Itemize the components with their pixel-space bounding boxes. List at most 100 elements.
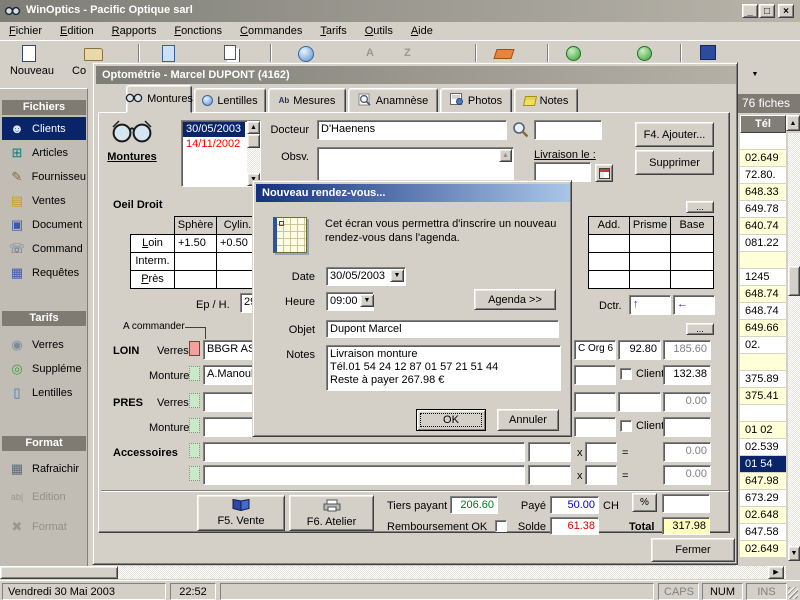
prisme-cell[interactable] <box>629 252 671 271</box>
sidebar-item-documents[interactable]: ▣ Document <box>2 213 86 236</box>
loin-monture-field[interactable] <box>574 365 616 385</box>
toolbar-nouveau-label[interactable]: Nouveau <box>8 65 56 77</box>
sidebar-item-verres[interactable]: ◉ Verres <box>2 333 86 356</box>
toolbar-co-label[interactable]: Co <box>72 65 86 77</box>
tel-row[interactable]: 1245 <box>740 269 786 286</box>
loin-verres-commander-checkbox[interactable] <box>189 341 200 356</box>
document-icon[interactable] <box>162 45 175 62</box>
heure-combo-arrow[interactable]: ▼ <box>360 294 374 307</box>
tel-row-selected[interactable]: 01 54 <box>740 456 786 473</box>
tab-photos[interactable]: Photos <box>440 88 512 113</box>
pres-verres-fournisseur[interactable] <box>574 392 616 412</box>
close-button[interactable]: × <box>778 4 794 18</box>
sidebar-item-edition[interactable]: ab| Edition <box>2 485 86 508</box>
hscroll-right-button[interactable]: ▶ <box>768 566 784 579</box>
menu-tarifs[interactable]: Tarifs <box>311 23 355 39</box>
pres-monture-commander-checkbox[interactable] <box>189 418 200 433</box>
copy-icon[interactable] <box>224 45 236 60</box>
menu-fichier[interactable]: Fichier <box>0 23 51 39</box>
add-cell[interactable] <box>588 234 630 253</box>
tab-anamnese[interactable]: Anamnèse <box>348 88 438 113</box>
loin-monture-prix[interactable]: 132.38 <box>663 365 711 385</box>
tel-row[interactable]: 081.22 <box>740 235 786 252</box>
obsv-scroll-up[interactable]: ▲ <box>499 149 512 162</box>
tel-row[interactable]: 647.58 <box>740 524 786 541</box>
sidebar-item-articles[interactable]: ⊞ Articles <box>2 141 86 164</box>
sidebar-item-lentilles[interactable]: ▯ Lentilles <box>2 381 86 404</box>
loin-verres-fournisseur[interactable]: C Org 6 <box>574 340 616 360</box>
sidebar-item-clients[interactable]: ☻ Clients <box>2 117 86 140</box>
app-icon[interactable] <box>4 3 21 21</box>
tel-row[interactable] <box>740 405 786 422</box>
menu-rapports[interactable]: Rapports <box>103 23 166 39</box>
accessoire1-commander-checkbox[interactable] <box>189 443 200 458</box>
menu-aide[interactable]: Aide <box>402 23 442 39</box>
tel-row[interactable]: 02.649 <box>740 150 786 167</box>
tel-row[interactable]: 648.33 <box>740 184 786 201</box>
date-item[interactable]: 14/11/2002 <box>183 137 245 152</box>
add-cell[interactable] <box>588 252 630 271</box>
dots-button-bottom[interactable]: ... <box>686 323 714 335</box>
percent-button[interactable]: % <box>632 493 657 512</box>
docteur-code-input[interactable] <box>534 120 602 140</box>
livraison-calendar-button[interactable] <box>595 164 613 182</box>
ok-button[interactable]: OK <box>416 409 486 431</box>
tel-scroll-up[interactable]: ▲ <box>786 115 800 131</box>
tel-row[interactable] <box>740 354 786 371</box>
tel-row[interactable]: 01 02 <box>740 422 786 439</box>
tel-row[interactable]: 649.78 <box>740 201 786 218</box>
menu-fonctions[interactable]: Fonctions <box>165 23 231 39</box>
tab-lentilles[interactable]: Lentilles <box>194 88 266 113</box>
accessoire1-input[interactable] <box>203 442 525 462</box>
tel-row[interactable]: 72.80. <box>740 167 786 184</box>
tel-row[interactable]: 673.29 <box>740 490 786 507</box>
accessoire1-prix-unitaire[interactable] <box>528 442 571 462</box>
tel-row[interactable]: 640.74 <box>740 218 786 235</box>
sort-a-icon[interactable]: A <box>366 47 374 59</box>
f4-ajouter-button[interactable]: F4. Ajouter... <box>635 122 714 147</box>
pres-monture-client-checkbox[interactable] <box>620 420 632 432</box>
open-folder-icon[interactable] <box>84 48 103 61</box>
sidebar-item-supplements[interactable]: ◎ Suppléme <box>2 357 86 380</box>
accessoire1-quantite[interactable] <box>585 442 617 462</box>
pres-monture-field[interactable] <box>574 417 616 437</box>
tel-row[interactable]: 649.66 <box>740 320 786 337</box>
loin-monture-client-checkbox[interactable] <box>620 368 632 380</box>
minimize-button[interactable]: _ <box>742 4 758 18</box>
percent-value-field[interactable] <box>662 494 710 513</box>
prisme-cell[interactable] <box>629 234 671 253</box>
tel-row[interactable]: 02.648 <box>740 507 786 524</box>
menu-commandes[interactable]: Commandes <box>231 23 311 39</box>
sort-z-icon[interactable]: Z <box>404 47 411 59</box>
sidebar-item-fournisseurs[interactable]: ✎ Fournisseu <box>2 165 86 188</box>
tel-vscrollbar-track[interactable] <box>788 133 800 546</box>
notes-textarea[interactable]: Livraison monture Tél.01 54 24 12 87 01 … <box>326 345 561 391</box>
loin-monture-commander-checkbox[interactable] <box>189 366 200 381</box>
agenda-button[interactable]: Agenda >> <box>474 289 556 310</box>
loin-sphere-cell[interactable]: +1.50 <box>174 234 217 253</box>
tel-scroll-down[interactable]: ▼ <box>788 546 800 561</box>
menu-edition[interactable]: Edition <box>51 23 103 39</box>
dctr-up-field[interactable]: ↑ <box>629 295 671 315</box>
tab-mesures[interactable]: Ab Mesures <box>268 88 346 113</box>
date-item-selected[interactable]: 30/05/2003 <box>183 122 245 137</box>
paye-value[interactable]: 50.00 <box>550 496 599 514</box>
docteur-input[interactable]: D'Haenens <box>317 120 507 140</box>
add-cell[interactable] <box>588 270 630 289</box>
dctr-left-field[interactable]: ← <box>673 295 715 315</box>
toolbar-dropdown-icon[interactable]: ▼ <box>748 67 762 81</box>
sidebar-item-requetes[interactable]: ▦ Requêtes <box>2 261 86 284</box>
supprimer-button[interactable]: Supprimer <box>635 150 714 175</box>
tel-row[interactable]: 02.539 <box>740 439 786 456</box>
eraser-icon[interactable] <box>493 49 514 59</box>
tel-column-header[interactable]: Tél <box>740 115 786 133</box>
sidebar-item-rafraichir[interactable]: ▦ Rafraichir <box>2 457 86 480</box>
sidebar-item-ventes[interactable]: ▤ Ventes <box>2 189 86 212</box>
tel-row[interactable]: 375.89 <box>740 371 786 388</box>
pres-verres-commander-checkbox[interactable] <box>189 393 200 408</box>
tel-row[interactable]: 648.74 <box>740 286 786 303</box>
tel-row[interactable]: 02.649 <box>740 541 786 558</box>
tel-row[interactable]: 02. <box>740 337 786 354</box>
green-button-icon-1[interactable] <box>566 46 581 61</box>
resize-grip[interactable] <box>788 587 798 599</box>
